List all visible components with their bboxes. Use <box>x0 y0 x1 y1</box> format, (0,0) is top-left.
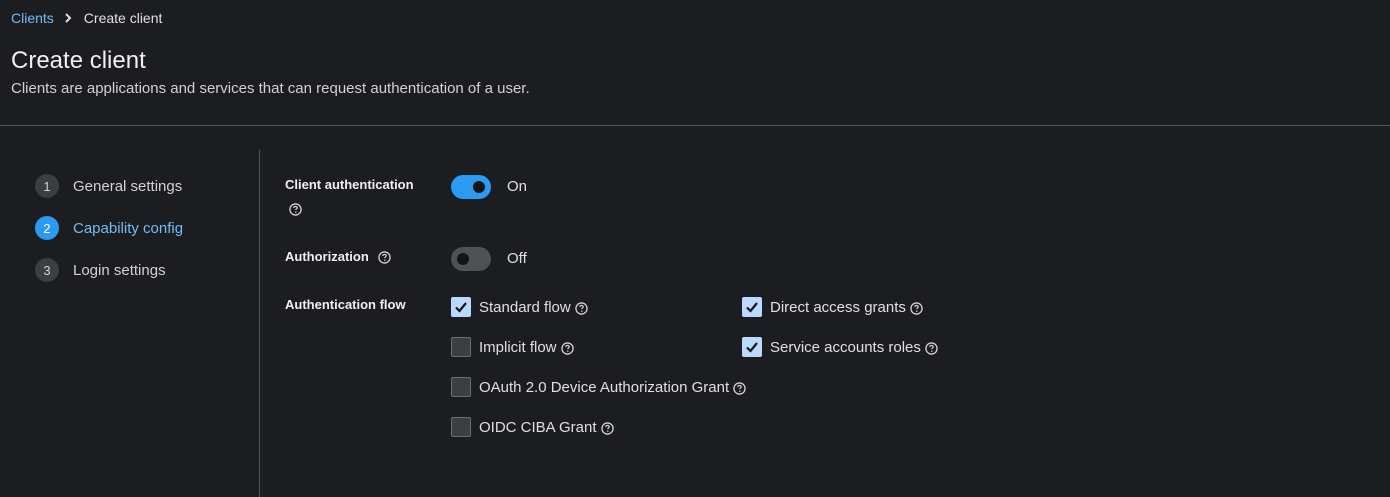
implicit-flow-checkbox[interactable] <box>451 337 471 357</box>
oidc-ciba-grant-option: OIDC CIBA Grant <box>451 417 614 437</box>
client-authentication-toggle[interactable] <box>451 175 491 199</box>
step-number: 1 <box>35 174 59 198</box>
toggle-knob <box>473 181 485 193</box>
client-authentication-label-text: Client authentication <box>285 177 414 192</box>
authorization-label: Authorization <box>285 249 392 264</box>
question-circle-icon[interactable] <box>910 302 923 315</box>
breadcrumb-clients-link[interactable]: Clients <box>11 10 54 26</box>
standard-flow-option: Standard flow <box>451 297 588 317</box>
wizard-step-capability-config[interactable]: 2 Capability config <box>35 216 183 240</box>
direct-access-grants-option: Direct access grants <box>742 297 923 317</box>
oauth-device-grant-label: OAuth 2.0 Device Authorization Grant <box>479 378 730 396</box>
question-circle-icon[interactable] <box>925 342 938 355</box>
service-accounts-roles-option: Service accounts roles <box>742 337 938 357</box>
service-accounts-roles-label: Service accounts roles <box>770 338 921 356</box>
question-circle-icon[interactable] <box>575 302 588 315</box>
checkmark-icon <box>746 342 758 353</box>
service-accounts-roles-checkbox[interactable] <box>742 337 762 357</box>
question-circle-icon[interactable] <box>560 342 574 355</box>
implicit-flow-option: Implicit flow <box>451 337 574 357</box>
authorization-state: Off <box>507 250 527 267</box>
toggle-knob <box>457 253 469 265</box>
checkmark-icon <box>746 302 758 313</box>
page-title: Create client <box>11 47 146 74</box>
authentication-flow-label-text: Authentication flow <box>285 297 406 312</box>
authentication-flow-label: Authentication flow <box>285 297 406 312</box>
step-number: 2 <box>35 216 59 240</box>
oauth-device-grant-option: OAuth 2.0 Device Authorization Grant <box>451 377 746 397</box>
checkmark-icon <box>455 302 467 313</box>
question-circle-icon[interactable] <box>600 422 614 435</box>
authorization-toggle[interactable] <box>451 247 491 271</box>
standard-flow-label: Standard flow <box>479 298 571 316</box>
step-number: 3 <box>35 258 59 282</box>
oidc-ciba-grant-checkbox[interactable] <box>451 417 471 437</box>
chevron-right-icon <box>64 13 72 23</box>
step-label: General settings <box>73 177 183 195</box>
direct-access-grants-label: Direct access grants <box>770 298 906 316</box>
question-circle-icon[interactable] <box>378 251 392 264</box>
question-circle-icon[interactable] <box>289 203 302 216</box>
breadcrumb-current: Create client <box>83 10 163 26</box>
standard-flow-checkbox[interactable] <box>451 297 471 317</box>
direct-access-grants-checkbox[interactable] <box>742 297 762 317</box>
wizard-step-login-settings[interactable]: 3 Login settings <box>35 258 166 282</box>
implicit-flow-label: Implicit flow <box>479 338 557 356</box>
oauth-device-grant-checkbox[interactable] <box>451 377 471 397</box>
wizard-step-general-settings[interactable]: 1 General settings <box>35 174 182 198</box>
page-header: Clients Create client Create client Clie… <box>0 0 1390 126</box>
page-description: Clients are applications and services th… <box>11 80 530 97</box>
authorization-label-text: Authorization <box>285 249 369 264</box>
client-authentication-state: On <box>507 178 528 195</box>
step-label: Login settings <box>73 261 166 279</box>
client-authentication-label: Client authentication <box>285 177 414 192</box>
breadcrumb: Clients Create client <box>11 10 162 26</box>
oidc-ciba-grant-label: OIDC CIBA Grant <box>479 418 597 436</box>
wizard-steps-nav: 1 General settings 2 Capability config 3… <box>0 150 260 497</box>
question-circle-icon[interactable] <box>733 382 746 395</box>
step-label: Capability config <box>73 219 184 237</box>
